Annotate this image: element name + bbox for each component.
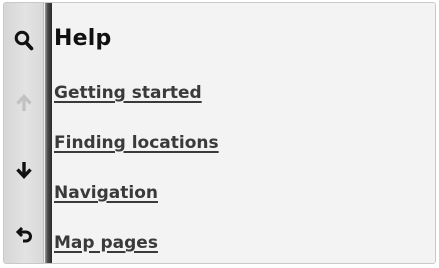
scroll-down-button[interactable] (4, 145, 44, 195)
back-button[interactable] (4, 211, 44, 261)
back-icon (15, 227, 32, 243)
help-content: Help Getting started Finding locations N… (52, 3, 435, 263)
help-link-navigation[interactable]: Navigation (54, 183, 158, 203)
sidebar (4, 3, 44, 263)
sidebar-divider (45, 3, 52, 263)
help-link-map-pages[interactable]: Map pages (54, 233, 158, 253)
search-icon (14, 30, 34, 51)
help-link-finding-locations[interactable]: Finding locations (54, 133, 219, 153)
help-screen: Help Getting started Finding locations N… (3, 2, 436, 264)
page-title: Help (54, 26, 112, 51)
scroll-up-button[interactable] (4, 78, 44, 128)
arrow-down-icon (16, 162, 32, 179)
search-button[interactable] (4, 16, 44, 66)
help-link-getting-started[interactable]: Getting started (54, 83, 202, 103)
arrow-up-icon (16, 94, 32, 111)
